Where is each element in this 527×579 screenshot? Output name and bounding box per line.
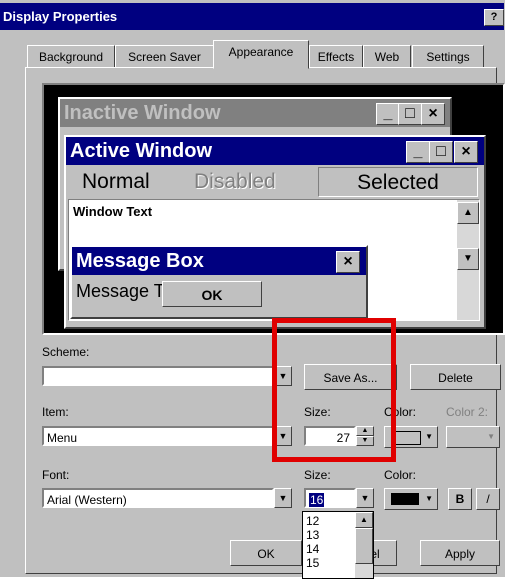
menu-disabled: Disabled xyxy=(194,170,276,193)
font-size-select[interactable]: 16 xyxy=(304,488,356,508)
close-icon: × xyxy=(421,103,445,125)
dropdown-option[interactable]: 15 xyxy=(306,556,319,570)
scroll-up-icon: ▲ xyxy=(457,202,479,224)
chevron-down-icon: ▼ xyxy=(425,432,433,441)
font-size-dropdown-list[interactable]: 12 13 14 15 ▲ xyxy=(302,511,374,579)
chevron-down-icon[interactable]: ▼ xyxy=(356,488,374,508)
window-text: Window Text xyxy=(73,204,153,219)
scroll-up-icon[interactable]: ▲ xyxy=(355,512,373,528)
bold-button[interactable]: B xyxy=(448,488,472,510)
maximize-icon: □ xyxy=(429,141,453,163)
message-box-preview: Message Box × Message Text OK xyxy=(70,245,368,319)
tab-web[interactable]: Web xyxy=(363,45,411,69)
delete-button[interactable]: Delete xyxy=(410,364,501,390)
message-text: Message Text xyxy=(76,281,162,301)
dropdown-option[interactable]: 13 xyxy=(306,528,319,542)
chevron-down-icon[interactable]: ▼ xyxy=(274,488,292,508)
title-bar: Display Properties ? xyxy=(0,3,504,30)
color-swatch xyxy=(391,493,419,505)
dropdown-scrollbar[interactable]: ▲ xyxy=(355,512,373,578)
message-box-title: Message Box xyxy=(72,247,366,275)
scroll-thumb[interactable] xyxy=(355,528,373,564)
preview-scrollbar: ▲ ▼ xyxy=(457,200,479,320)
tab-appearance[interactable]: Appearance xyxy=(213,40,309,69)
scroll-down-icon: ▼ xyxy=(457,248,479,270)
preview-ok-button: OK xyxy=(162,281,262,307)
ok-button[interactable]: OK xyxy=(230,540,302,566)
scheme-select[interactable] xyxy=(42,366,274,386)
item-select[interactable]: Menu xyxy=(42,426,274,446)
scheme-label: Scheme: xyxy=(42,345,90,359)
display-properties-dialog: Display Properties ? Background Screen S… xyxy=(0,0,505,579)
close-icon: × xyxy=(336,251,360,273)
font-select[interactable]: Arial (Western) xyxy=(42,488,274,508)
item-color2-button: ▼ xyxy=(446,426,500,448)
tab-effects[interactable]: Effects xyxy=(309,45,363,69)
tab-screen-saver[interactable]: Screen Saver xyxy=(115,45,214,69)
highlight-box xyxy=(272,318,396,462)
font-color-button[interactable]: ▼ xyxy=(384,488,438,510)
item-label: Item: xyxy=(42,405,69,419)
dropdown-option[interactable]: 12 xyxy=(306,514,319,528)
item-color2-label: Color 2: xyxy=(446,405,489,419)
menu-normal: Normal xyxy=(82,170,150,193)
dropdown-option[interactable]: 14 xyxy=(306,542,319,556)
chevron-down-icon: ▼ xyxy=(487,432,495,441)
minimize-icon: _ xyxy=(406,141,430,163)
font-size-label: Size: xyxy=(304,468,331,482)
chevron-down-icon: ▼ xyxy=(425,494,433,503)
font-color-label: Color: xyxy=(384,468,417,482)
tab-settings[interactable]: Settings xyxy=(412,45,484,69)
appearance-preview[interactable]: Inactive Window _ □ × Active Window _ □ … xyxy=(42,83,505,335)
font-label: Font: xyxy=(42,468,70,482)
help-button[interactable]: ? xyxy=(484,9,504,26)
close-icon: × xyxy=(454,141,478,163)
window-title: Display Properties xyxy=(3,9,118,24)
minimize-icon: _ xyxy=(376,103,400,125)
tab-background[interactable]: Background xyxy=(27,45,115,69)
italic-button[interactable]: / xyxy=(476,488,500,510)
font-size-value: 16 xyxy=(309,493,325,507)
maximize-icon: □ xyxy=(398,103,422,125)
menu-selected: Selected xyxy=(318,167,478,197)
apply-button[interactable]: Apply xyxy=(420,540,500,566)
